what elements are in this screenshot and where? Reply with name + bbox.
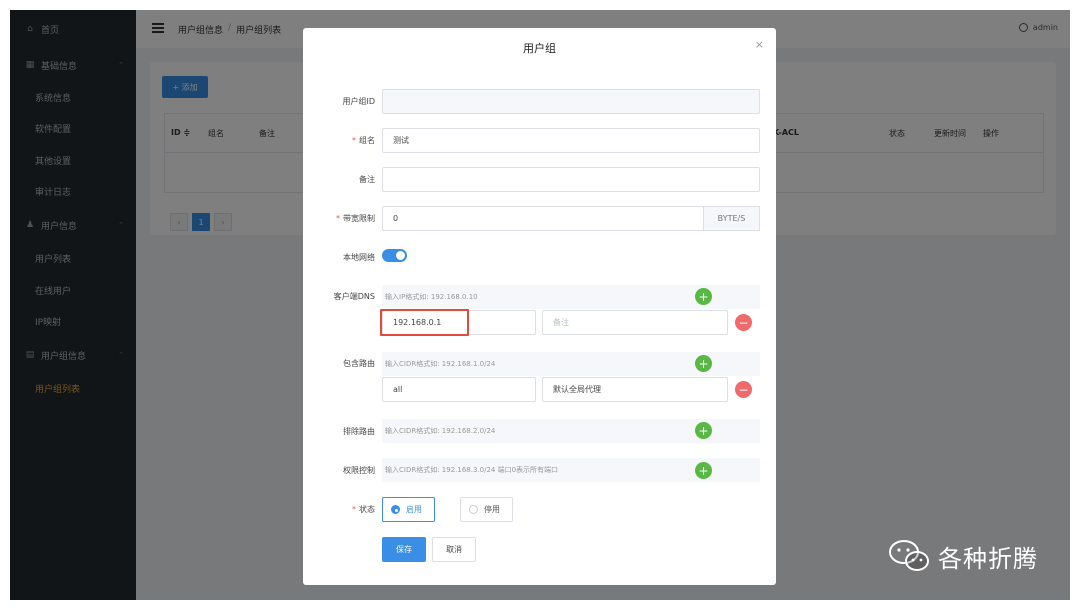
radio-checked-icon (391, 505, 400, 514)
toggle-knob (396, 251, 405, 260)
remark-input[interactable] (382, 167, 760, 192)
cancel-button[interactable]: 取消 (432, 537, 476, 562)
group-id-input[interactable] (382, 89, 760, 114)
wechat-icon (889, 540, 929, 571)
exclude-routes-label: 排除路由 (343, 427, 375, 436)
dns-label: 客户端DNS (333, 292, 375, 301)
watermark-text: 各种折腾 (938, 544, 1038, 573)
acl-label: 权限控制 (343, 466, 375, 475)
include-route-note[interactable]: 默认全局代理 (542, 377, 728, 402)
save-button[interactable]: 保存 (382, 537, 426, 562)
remark-label: 备注 (359, 175, 375, 184)
radio-label: 启用 (406, 505, 422, 514)
close-icon[interactable]: × (755, 38, 764, 51)
radio-unchecked-icon (469, 505, 478, 514)
add-acl-button[interactable]: + (695, 462, 712, 479)
add-exclude-route-button[interactable]: + (695, 422, 712, 439)
bandwidth-unit: BYTE/S (703, 206, 760, 231)
remove-dns-button[interactable]: − (735, 314, 752, 331)
add-dns-button[interactable]: + (695, 288, 712, 305)
bandwidth-input[interactable]: 0 (382, 206, 704, 231)
name-label: * 组名 (352, 136, 375, 145)
include-route-value[interactable]: all (382, 377, 536, 402)
status-enable-radio[interactable]: 启用 (382, 497, 435, 522)
status-disable-radio[interactable]: 停用 (460, 497, 513, 522)
dialog-title: 用户组 (523, 42, 556, 55)
bandwidth-label: * 带宽限制 (336, 214, 375, 223)
highlight-box (380, 309, 469, 336)
local-net-label: 本地网络 (343, 253, 375, 262)
status-label: * 状态 (352, 505, 375, 514)
app-window: ⌂ 首页 ▦ 基础信息 ⌃ 系统信息 软件配置 其他设置 审计日志 ♟ 用户信息… (10, 10, 1070, 600)
remove-include-route-button[interactable]: − (735, 381, 752, 398)
group-name-input[interactable]: 测试 (382, 128, 760, 153)
radio-label: 停用 (484, 505, 500, 514)
watermark: 各种折腾 (888, 538, 1038, 574)
add-include-route-button[interactable]: + (695, 355, 712, 372)
dns-entry-note[interactable]: 备注 (542, 310, 728, 335)
include-routes-label: 包含路由 (343, 359, 375, 368)
usergroup-dialog: 用户组 × 用户组ID * 组名 测试 备注 * 带宽限制 0 BYTE/S 本地网… (303, 28, 776, 585)
local-net-toggle[interactable] (382, 249, 407, 262)
id-label: 用户组ID (342, 97, 375, 106)
